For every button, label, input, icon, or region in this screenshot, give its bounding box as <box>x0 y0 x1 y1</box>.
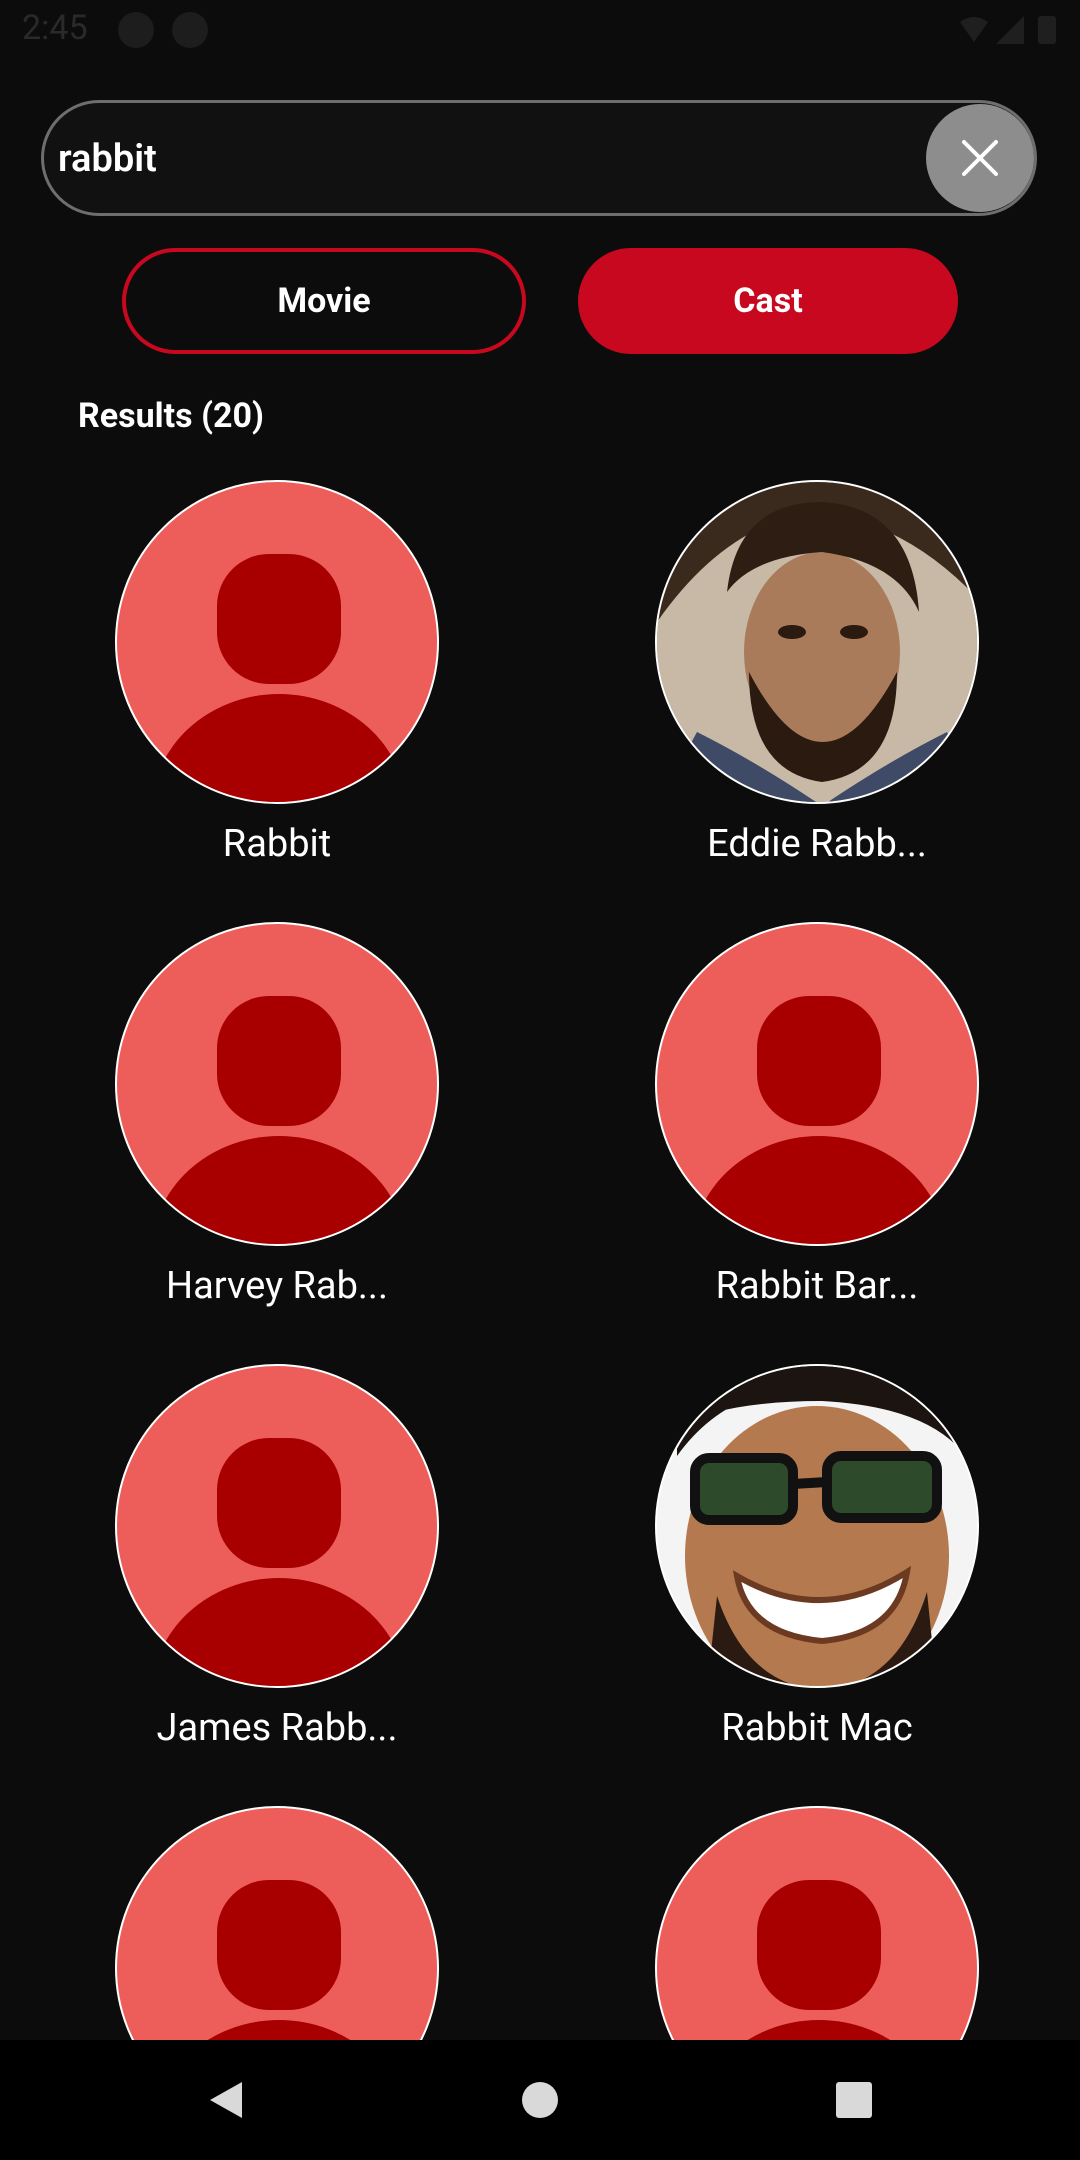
avatar-placeholder-icon <box>115 922 439 1246</box>
cast-card[interactable]: Rabbit Mac <box>540 1364 1080 1784</box>
results-count-label: Results (20) <box>78 396 264 436</box>
home-circle-icon[interactable] <box>516 2076 564 2124</box>
clear-search-button[interactable] <box>926 104 1034 212</box>
cast-name: Rabbit <box>222 822 332 866</box>
cast-card[interactable]: Eddie Rabb... <box>540 480 1080 900</box>
cast-toggle-button[interactable]: Cast <box>578 248 958 354</box>
back-triangle-icon[interactable] <box>202 2076 250 2124</box>
status-time: 2:45 <box>22 8 88 48</box>
avatar-photo-bearded-man <box>655 480 979 804</box>
cast-card[interactable]: Rabbit Bar... <box>540 922 1080 1342</box>
status-signal-battery-icon <box>960 16 1056 44</box>
status-app-icon <box>118 12 154 48</box>
avatar-photo-man-glasses <box>655 1364 979 1688</box>
cast-card[interactable]: Rabbit <box>0 480 554 900</box>
cast-card[interactable]: James Rabb... <box>0 1364 554 1784</box>
movie-toggle-button[interactable]: Movie <box>122 248 526 354</box>
avatar-placeholder-icon <box>115 480 439 804</box>
cast-name: Rabbit Bar... <box>715 1264 919 1308</box>
close-icon <box>962 140 998 176</box>
search-bar: rabbit <box>41 100 1037 216</box>
cast-name: Rabbit Mac <box>721 1706 913 1750</box>
cast-name: Eddie Rabb... <box>707 822 927 866</box>
avatar-placeholder-icon <box>115 1364 439 1688</box>
status-bar: 2:45 <box>0 0 1080 60</box>
screen: 2:45 rabbit Movie Cast Results (20) Rabb… <box>0 0 1080 2160</box>
cast-name: Harvey Rab... <box>166 1264 388 1308</box>
status-app-icon <box>172 12 208 48</box>
cast-card[interactable]: Harvey Rab... <box>0 922 554 1342</box>
recents-square-icon[interactable] <box>830 2076 878 2124</box>
system-nav-bar <box>0 2040 1080 2160</box>
avatar-placeholder-icon <box>655 922 979 1246</box>
search-input[interactable]: rabbit <box>58 127 938 191</box>
cast-name: James Rabb... <box>156 1706 398 1750</box>
